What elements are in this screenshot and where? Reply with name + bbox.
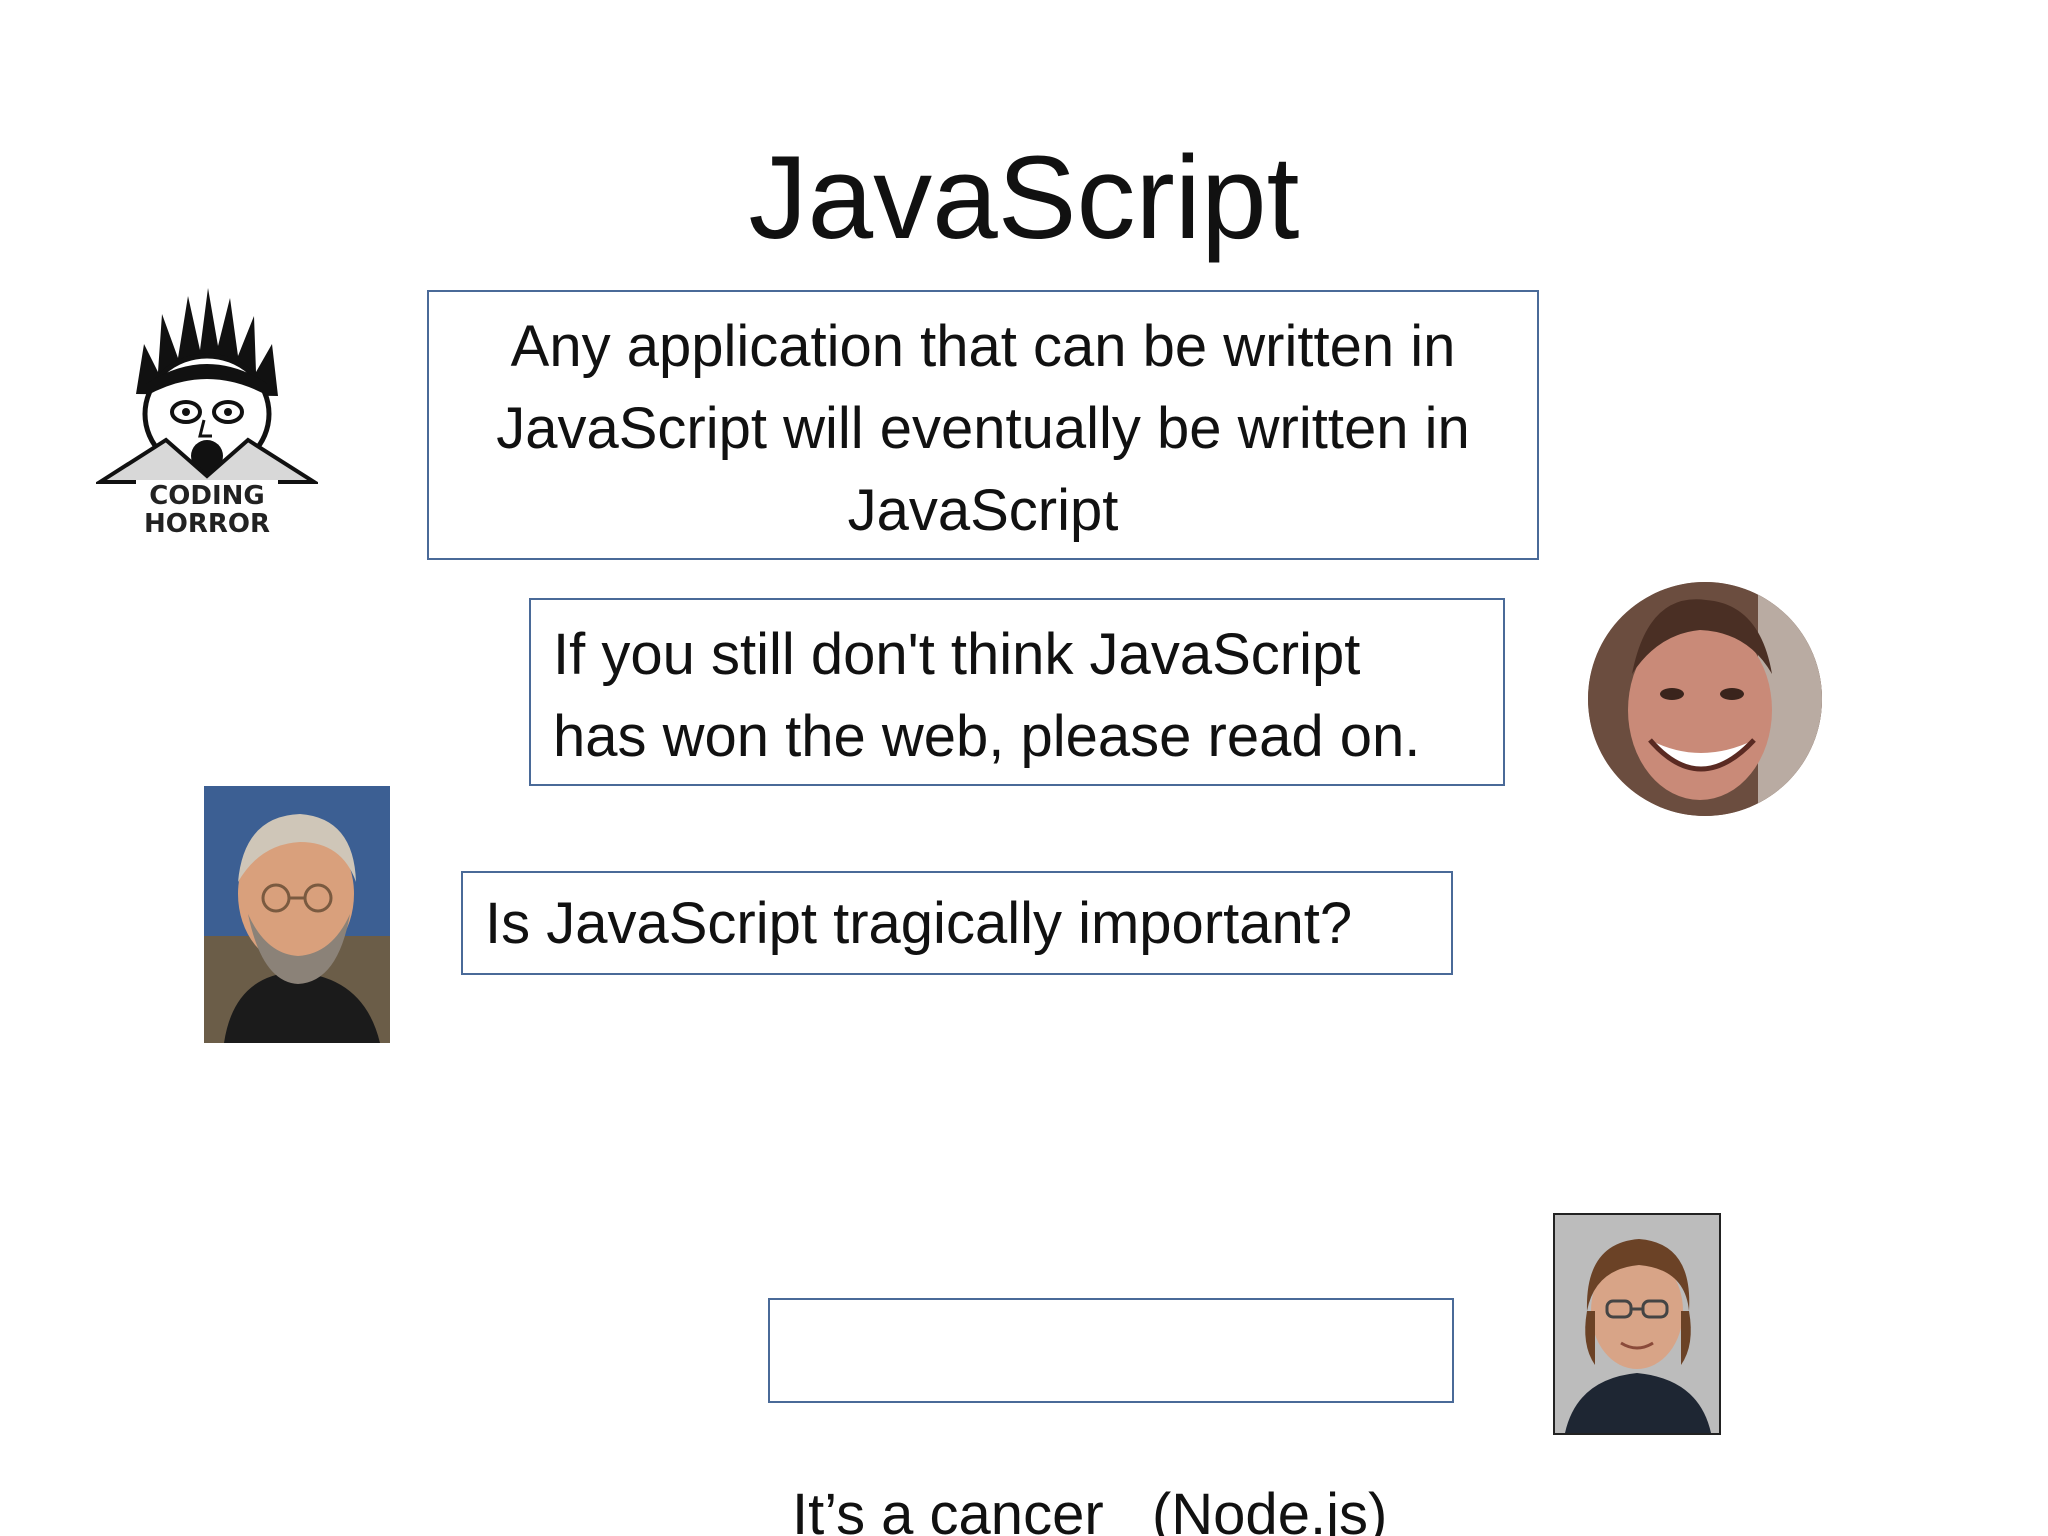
logo-text-coding: CODING (149, 481, 265, 511)
quote-1-line-1: Any application that can be written in (510, 314, 1456, 379)
quote-1-line-3: JavaScript (847, 478, 1119, 543)
quote-4-line-1: It’s a cancer (Node.js) (792, 1482, 1388, 1536)
quote-box-4: It’s a cancer (Node.js) (768, 1298, 1454, 1536)
quote-3-line-1: Is JavaScript tragically important? (485, 891, 1353, 956)
quote-box-1: Any application that can be written in J… (427, 290, 1539, 560)
coding-horror-logo-icon: CODING HORROR (96, 284, 318, 538)
quote-box-2: If you still don't think JavaScript has … (529, 598, 1505, 786)
logo-text-horror: HORROR (144, 509, 270, 538)
slide: JavaScript CODING HORROR Any application… (0, 0, 2048, 1536)
quote-2-line-2: has won the web, please read on. (553, 704, 1421, 769)
quote-box-3: Is JavaScript tragically important? (461, 871, 1453, 975)
quote-1-line-2: JavaScript will eventually be written in (496, 396, 1470, 461)
portrait-bearded-man-photo (204, 786, 390, 1043)
portrait-smiling-man-avatar (1588, 582, 1822, 816)
quote-2-line-1: If you still don't think JavaScript (553, 622, 1361, 687)
portrait-young-man-photo (1553, 1213, 1721, 1435)
slide-title: JavaScript (748, 132, 1300, 264)
